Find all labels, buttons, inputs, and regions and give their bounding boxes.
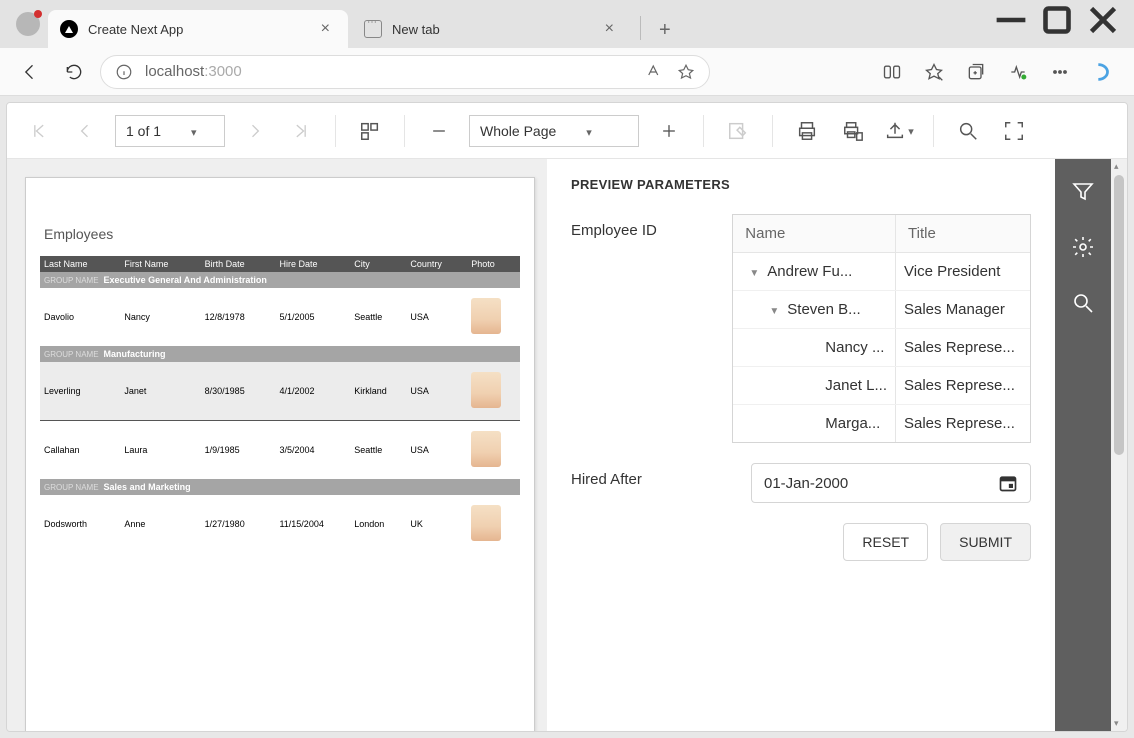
minimize-button[interactable]: [988, 4, 1034, 36]
print-page-button[interactable]: [837, 115, 869, 147]
url-path: :3000: [204, 63, 242, 80]
tree-col-name[interactable]: Name: [733, 215, 896, 253]
table-row: DodsworthAnne1/27/198011/15/2004LondonUK: [40, 495, 520, 553]
report-preview-pane[interactable]: Employees Last Name First Name Birth Dat…: [7, 159, 547, 731]
tree-row[interactable]: ▼Steven B...Sales Manager: [733, 291, 1030, 329]
maximize-button[interactable]: [1034, 4, 1080, 36]
url-input[interactable]: localhost:3000: [100, 55, 710, 89]
browser-tab-inactive[interactable]: New tab ×: [352, 10, 632, 48]
tree-row[interactable]: Janet L...Sales Represe...: [733, 367, 1030, 405]
first-page-button[interactable]: [23, 115, 55, 147]
table-row: CallahanLaura1/9/19853/5/2004SeattleUSA: [40, 421, 520, 480]
parameters-pane: PREVIEW PARAMETERS Employee ID Name Titl…: [547, 159, 1055, 731]
zoom-selector[interactable]: Whole Page: [469, 115, 639, 147]
settings-rail-button[interactable]: [1063, 227, 1103, 267]
caret-down-icon: [908, 122, 914, 140]
refresh-button[interactable]: [56, 54, 92, 90]
export-button[interactable]: [883, 115, 915, 147]
search-button[interactable]: [952, 115, 984, 147]
viewer-toolbar: 1 of 1 Whole Page: [7, 103, 1127, 159]
prev-page-button[interactable]: [69, 115, 101, 147]
report-page: Employees Last Name First Name Birth Dat…: [25, 177, 535, 731]
hired-after-label: Hired After: [571, 463, 731, 503]
zoom-value: Whole Page: [480, 123, 556, 139]
close-window-button[interactable]: [1080, 4, 1126, 36]
employees-table: Last Name First Name Birth Date Hire Dat…: [40, 256, 520, 553]
collections-icon[interactable]: [956, 54, 996, 90]
print-button[interactable]: [791, 115, 823, 147]
favorites-icon[interactable]: [914, 54, 954, 90]
zoom-out-button[interactable]: [423, 115, 455, 147]
tab-title: Create Next App: [88, 22, 305, 37]
search-rail-button[interactable]: [1063, 283, 1103, 323]
tree-col-title[interactable]: Title: [896, 215, 1030, 253]
url-host: localhost: [145, 63, 204, 80]
scrollbar-thumb[interactable]: [1114, 175, 1124, 455]
group-row: GROUP NAME Sales and Marketing: [40, 479, 520, 495]
read-aloud-icon[interactable]: [645, 63, 663, 81]
report-viewer: 1 of 1 Whole Page Employees: [6, 102, 1128, 732]
calendar-icon[interactable]: [998, 473, 1018, 493]
parameters-title: PREVIEW PARAMETERS: [571, 177, 1031, 192]
new-tab-button[interactable]: +: [649, 19, 681, 48]
newtab-favicon-icon: [364, 20, 382, 38]
close-tab-icon[interactable]: ×: [599, 18, 620, 40]
zoom-in-button[interactable]: [653, 115, 685, 147]
expand-icon[interactable]: ▼: [747, 268, 761, 279]
copilot-icon[interactable]: [1082, 54, 1122, 90]
last-page-button[interactable]: [285, 115, 317, 147]
employee-photo: [471, 298, 501, 334]
employee-photo: [471, 505, 501, 541]
side-rail: [1055, 159, 1111, 731]
tree-row[interactable]: Nancy ...Sales Represe...: [733, 329, 1030, 367]
employee-photo: [471, 372, 501, 408]
employee-photo: [471, 431, 501, 467]
back-button[interactable]: [12, 54, 48, 90]
hired-after-input[interactable]: 01-Jan-2000: [751, 463, 1031, 503]
more-icon[interactable]: [1040, 54, 1080, 90]
app-favicon-icon: [60, 20, 78, 38]
favorite-star-icon[interactable]: [677, 63, 695, 81]
table-row: DavolioNancy12/8/19785/1/2005SeattleUSA: [40, 288, 520, 346]
report-title: Employees: [44, 226, 520, 242]
filter-rail-button[interactable]: [1063, 171, 1103, 211]
date-value: 01-Jan-2000: [764, 475, 848, 492]
tab-title: New tab: [392, 22, 589, 37]
tree-row[interactable]: Marga...Sales Represe...: [733, 405, 1030, 442]
highlight-edit-button[interactable]: [722, 115, 754, 147]
multipage-button[interactable]: [354, 115, 386, 147]
tab-separator: [640, 16, 641, 40]
tree-row[interactable]: ▼Andrew Fu...Vice President: [733, 253, 1030, 291]
page-info: 1 of 1: [126, 123, 161, 139]
browser-titlebar: Create Next App × New tab × +: [0, 0, 1134, 48]
group-row: GROUP NAME Manufacturing: [40, 346, 520, 362]
employee-tree: Name Title ▼Andrew Fu...Vice President▼S…: [732, 214, 1031, 443]
submit-button[interactable]: SUBMIT: [940, 523, 1031, 561]
close-tab-icon[interactable]: ×: [315, 18, 336, 40]
browser-tab-active[interactable]: Create Next App ×: [48, 10, 348, 48]
expand-icon[interactable]: ▼: [767, 306, 781, 317]
next-page-button[interactable]: [239, 115, 271, 147]
site-info-icon[interactable]: [115, 63, 133, 81]
reset-button[interactable]: RESET: [843, 523, 928, 561]
employee-id-label: Employee ID: [571, 214, 712, 443]
caret-down-icon: [586, 123, 592, 139]
table-header-row: Last Name First Name Birth Date Hire Dat…: [40, 256, 520, 272]
split-screen-icon[interactable]: [872, 54, 912, 90]
profile-avatar[interactable]: [16, 12, 40, 36]
health-icon[interactable]: [998, 54, 1038, 90]
table-row: LeverlingJanet8/30/19854/1/2002KirklandU…: [40, 362, 520, 420]
caret-down-icon: [191, 123, 197, 139]
browser-address-bar: localhost:3000: [0, 48, 1134, 96]
vertical-scrollbar[interactable]: [1111, 159, 1127, 731]
page-selector[interactable]: 1 of 1: [115, 115, 225, 147]
group-row: GROUP NAME Executive General And Adminis…: [40, 272, 520, 288]
fullscreen-button[interactable]: [998, 115, 1030, 147]
